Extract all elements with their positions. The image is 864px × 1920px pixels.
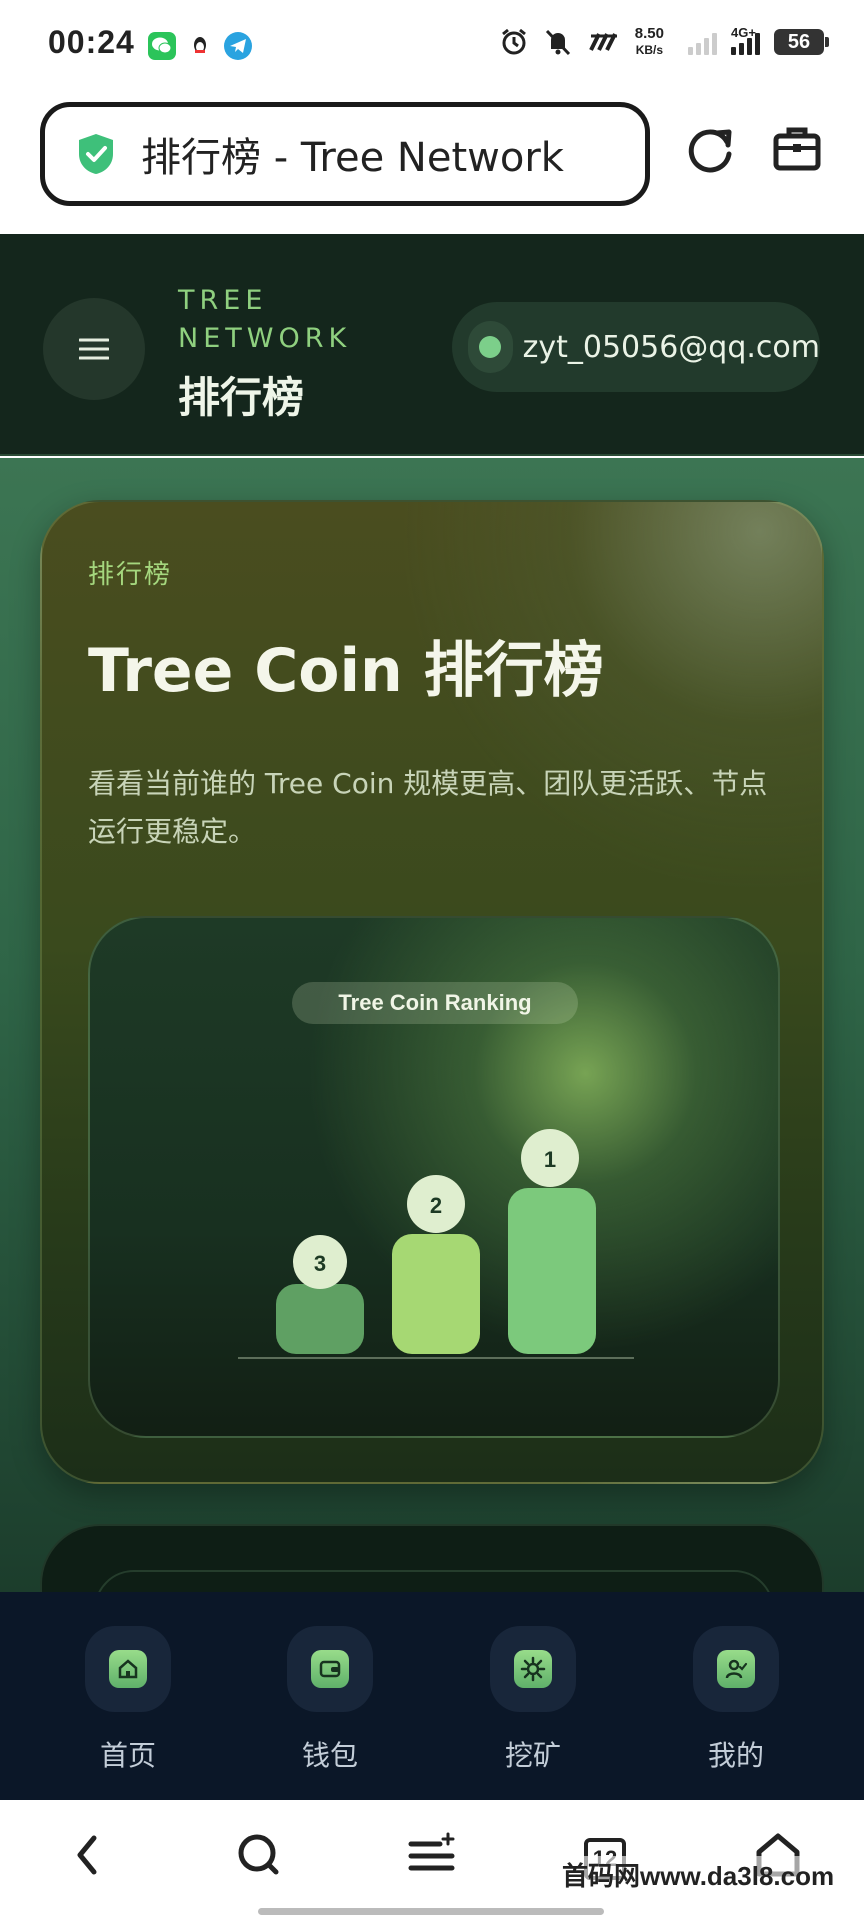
shield-icon — [79, 134, 113, 174]
status-bar: 00:24 8.50 KB/s 4G+ 56 — [0, 0, 864, 92]
ranking-hero-card: 排行榜 Tree Coin 排行榜 看看当前谁的 Tree Coin 规模更高、… — [40, 500, 824, 1484]
podium-graphic: 3 2 1 — [238, 1129, 634, 1359]
hero-eyebrow: 排行榜 — [88, 560, 173, 590]
leaderboard-inner-panel — [94, 1570, 774, 1592]
profile-icon — [717, 1650, 755, 1688]
wechat-icon — [148, 32, 176, 60]
telegram-icon — [224, 32, 252, 60]
nav-wallet[interactable]: 钱包 — [270, 1626, 390, 1774]
hero-title: Tree Coin 排行榜 — [88, 636, 604, 706]
status-indicators: 8.50 KB/s 4G+ 56 — [499, 25, 829, 58]
network-speed: 8.50 KB/s — [634, 25, 664, 58]
back-icon[interactable] — [70, 1830, 106, 1880]
battery-icon: 56 — [774, 29, 829, 55]
podium-bar-1: 1 — [508, 1129, 596, 1354]
alarm-icon — [501, 28, 526, 55]
nav-home-label: 首页 — [99, 1739, 156, 1772]
user-email: zyt_05056@qq.com — [522, 329, 820, 365]
ranking-illustration: Tree Coin Ranking 3 2 1 — [88, 916, 780, 1438]
hamburger-icon — [79, 338, 109, 360]
main-content[interactable]: 排行榜 Tree Coin 排行榜 看看当前谁的 Tree Coin 规模更高、… — [0, 458, 864, 1592]
nfc-icon — [589, 33, 617, 51]
wallet-icon — [311, 1650, 349, 1688]
nav-wallet-label: 钱包 — [301, 1739, 358, 1772]
nav-profile-label: 我的 — [707, 1739, 764, 1772]
signal-strong-icon: 4G+ — [731, 25, 760, 55]
online-status-icon — [468, 321, 513, 373]
url-title: 排行榜 - Tree Network — [141, 135, 564, 181]
browser-url-bar: 排行榜 - Tree Network — [0, 92, 864, 234]
page-title: 排行榜 — [178, 373, 305, 422]
bottom-navigation: 首页 钱包 挖矿 我的 — [0, 1592, 864, 1800]
nav-profile[interactable]: 我的 — [676, 1626, 796, 1774]
svg-text:3: 3 — [314, 1251, 326, 1276]
hero-description: 看看当前谁的 Tree Coin 规模更高、团队更活跃、节点运行更稳定。 — [88, 767, 768, 848]
reload-icon[interactable] — [684, 124, 738, 178]
site-header: TREE NETWORK 排行榜 zyt_05056@qq.com — [0, 234, 864, 456]
nav-home[interactable]: 首页 — [68, 1626, 188, 1774]
menu-button[interactable] — [43, 298, 145, 400]
signal-weak-icon — [688, 29, 717, 55]
leaderboard-card — [40, 1524, 824, 1592]
watermark: 首码网www.da3l8.com — [562, 1856, 835, 1893]
nav-mining[interactable]: 挖矿 — [473, 1626, 593, 1774]
podium-bar-3: 3 — [276, 1235, 364, 1354]
svg-text:2: 2 — [430, 1193, 442, 1218]
svg-text:1: 1 — [544, 1147, 556, 1172]
nav-mining-label: 挖矿 — [504, 1739, 561, 1772]
home-indicator[interactable] — [258, 1908, 604, 1915]
user-account-pill[interactable]: zyt_05056@qq.com — [452, 302, 820, 392]
url-field[interactable]: 排行榜 - Tree Network — [40, 102, 650, 206]
qq-icon — [186, 32, 214, 60]
home-icon — [109, 1650, 147, 1688]
browser-toolbar: 12 首码网www.da3l8.com — [0, 1800, 864, 1920]
toolbox-icon[interactable] — [772, 124, 822, 174]
brand-name: TREE NETWORK — [178, 285, 352, 354]
menu-list-icon[interactable] — [408, 1830, 456, 1880]
status-time: 00:24 — [48, 24, 135, 60]
search-icon[interactable] — [236, 1830, 282, 1880]
podium-bar-2: 2 — [392, 1175, 480, 1354]
mining-icon — [514, 1650, 552, 1688]
mute-icon — [545, 29, 570, 56]
